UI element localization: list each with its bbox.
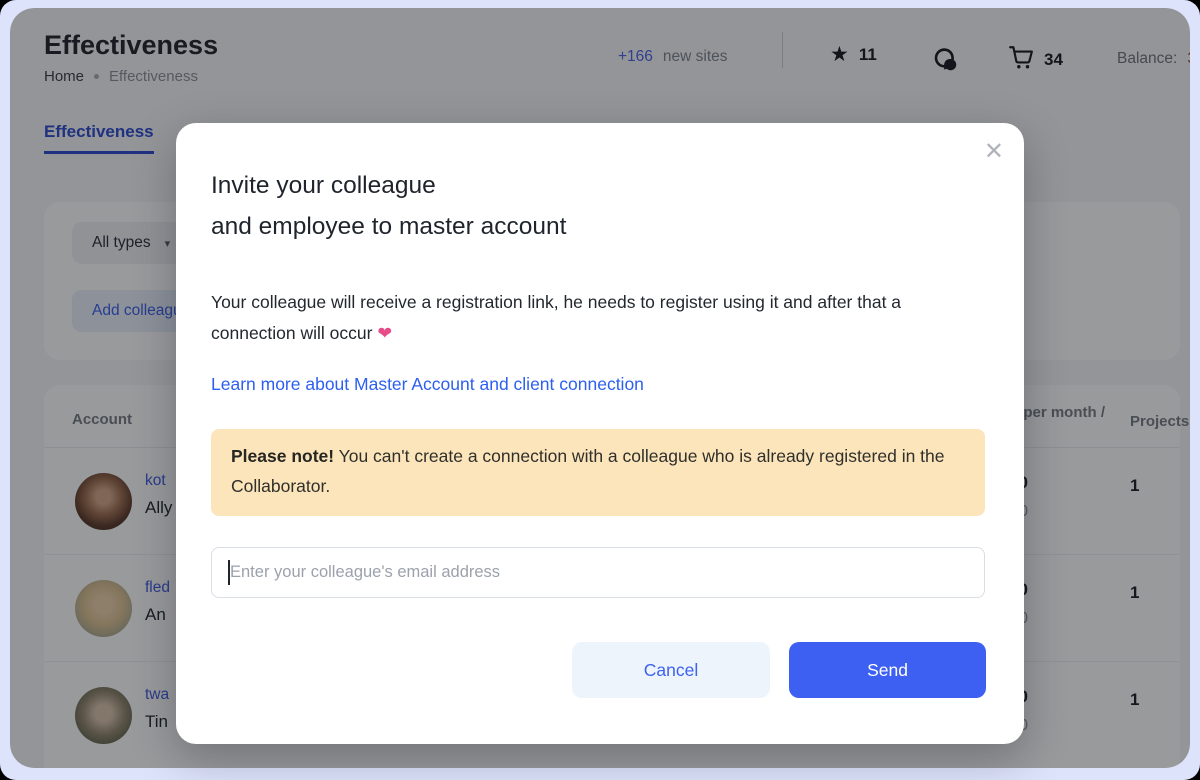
modal-title: Invite your colleague and employee to ma…: [211, 165, 566, 247]
modal-title-line1: Invite your colleague: [211, 172, 436, 199]
note-banner: Please note! You can't create a connecti…: [211, 429, 985, 516]
hearts-emoji: ❤: [377, 322, 393, 343]
invite-colleague-modal: ✕ Invite your colleague and employee to …: [176, 123, 1024, 744]
close-icon[interactable]: ✕: [984, 137, 1004, 166]
email-field-wrapper: [211, 547, 985, 598]
cancel-button[interactable]: Cancel: [572, 642, 770, 698]
send-button[interactable]: Send: [789, 642, 986, 698]
modal-description-text: Your colleague will receive a registrati…: [211, 292, 902, 343]
modal-description: Your colleague will receive a registrati…: [211, 287, 971, 348]
note-banner-text: You can't create a connection with a col…: [231, 446, 945, 496]
modal-title-line2: and employee to master account: [211, 213, 567, 240]
learn-more-link[interactable]: Learn more about Master Account and clie…: [211, 374, 644, 395]
note-banner-title: Please note!: [231, 446, 335, 466]
text-caret: [228, 560, 230, 585]
email-field[interactable]: [211, 547, 985, 598]
window-frame: Effectiveness Home Effectiveness +166 ne…: [0, 0, 1200, 780]
